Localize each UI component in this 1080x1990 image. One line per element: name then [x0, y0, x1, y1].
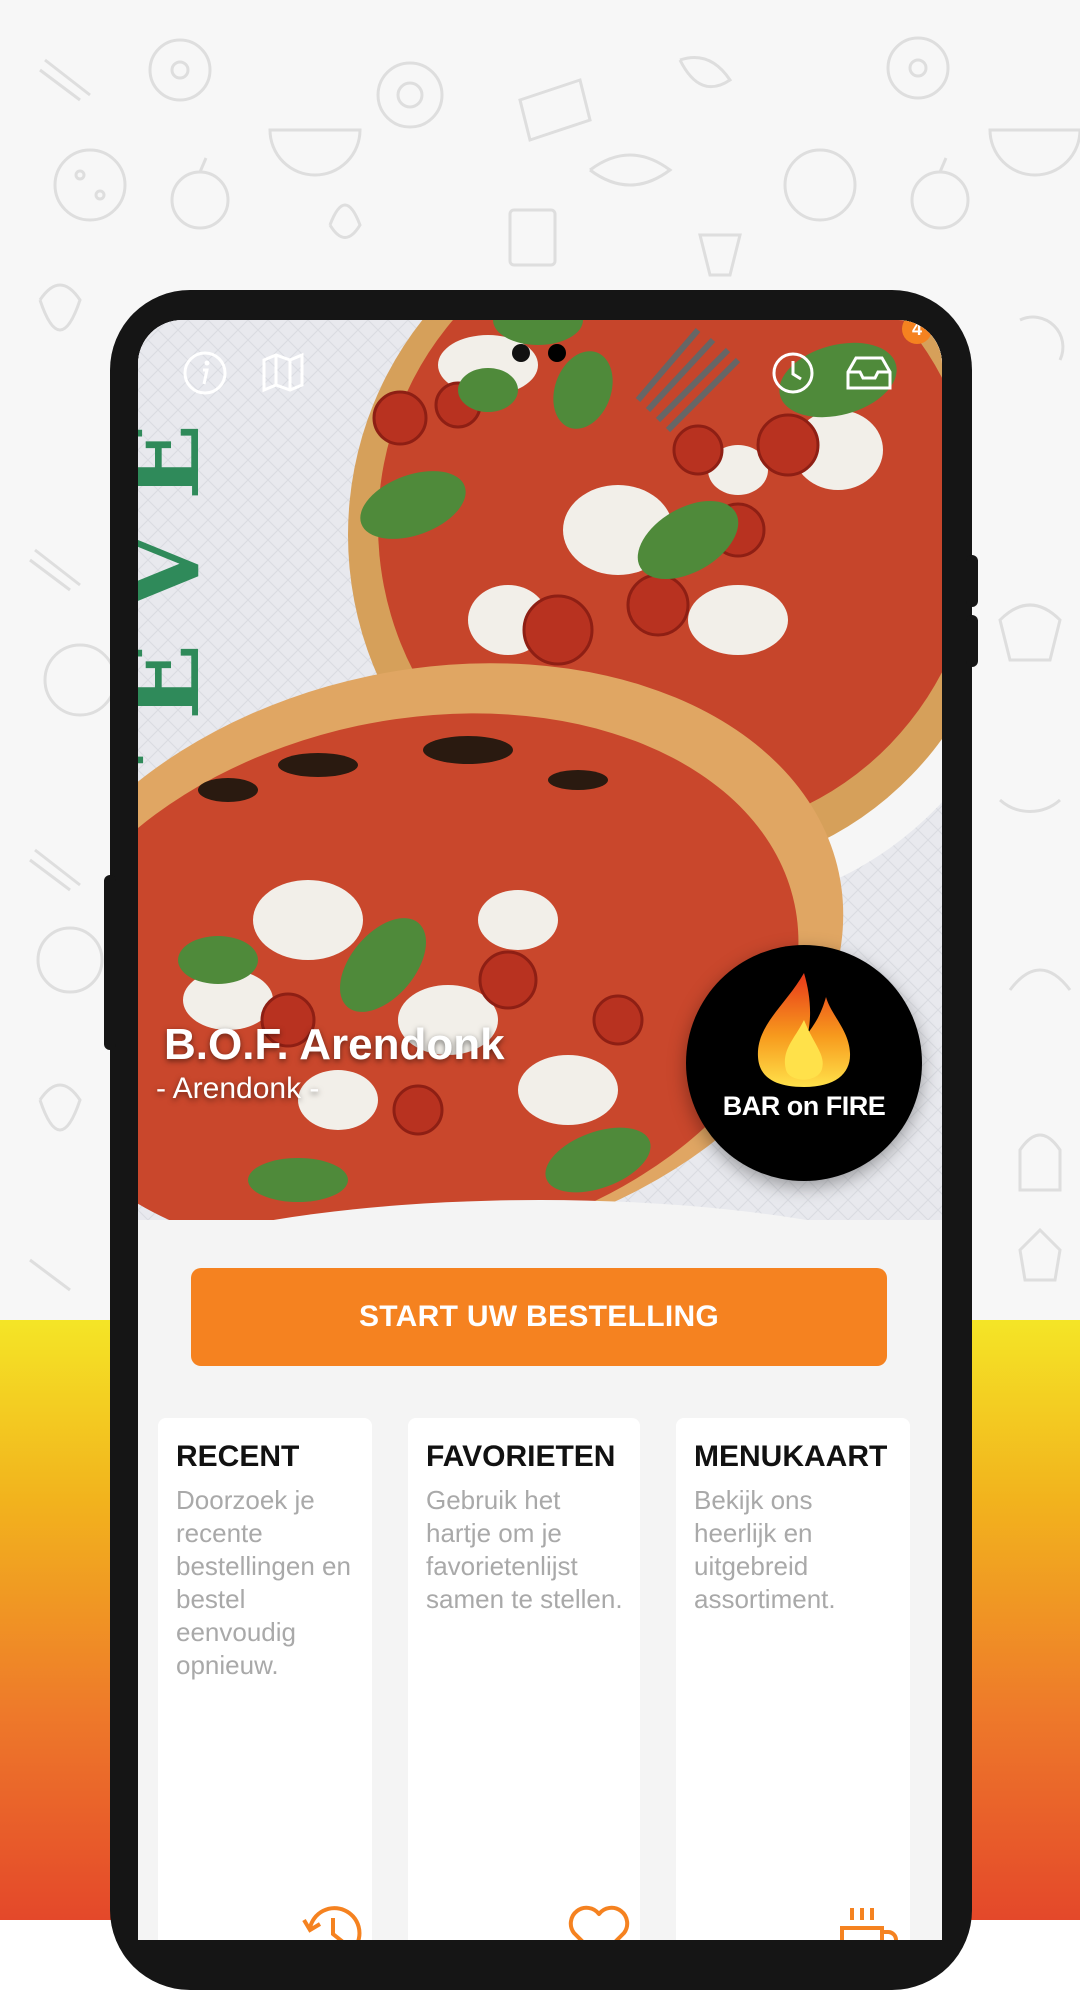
svg-text:E: E [138, 424, 222, 500]
restaurant-logo: BAR on FIRE [686, 945, 922, 1181]
logo-text: BAR on FIRE [722, 1091, 886, 1121]
heart-icon [564, 1898, 634, 1940]
card-title: RECENT [176, 1440, 300, 1473]
camera-dot [548, 344, 566, 362]
restaurant-name: B.O.F. Arendonk [164, 1020, 505, 1069]
card-description: Gebruik het hartje om je favorietenlijst… [426, 1485, 623, 1614]
svg-text:V: V [138, 531, 222, 611]
phone-side-button [104, 875, 116, 1050]
phone-side-button [966, 555, 978, 607]
card-favorites[interactable]: FAVORIETEN Gebruik het hartje om je favo… [408, 1418, 640, 1940]
camera-dot [512, 344, 530, 362]
svg-text:E: E [138, 644, 222, 720]
history-icon[interactable] [768, 348, 818, 398]
inbox-icon[interactable] [844, 348, 894, 398]
app-screen: E V E T T [138, 320, 942, 1940]
card-description: Doorzoek je recente bestellingen en best… [176, 1485, 351, 1680]
coffee-cup-icon [834, 1898, 904, 1940]
flame-icon [757, 973, 851, 1087]
history-icon [296, 1898, 366, 1940]
start-order-button[interactable]: START UW BESTELLING [191, 1268, 887, 1366]
card-description: Bekijk ons heerlijk en uitgebreid assort… [694, 1485, 836, 1614]
card-title: MENUKAART [694, 1440, 888, 1473]
card-menu[interactable]: MENUKAART Bekijk ons heerlijk en uitgebr… [676, 1418, 910, 1940]
phone-side-button [966, 615, 978, 667]
map-icon[interactable] [258, 348, 308, 398]
card-recent[interactable]: RECENT Doorzoek je recente bestellingen … [158, 1418, 372, 1940]
card-title: FAVORIETEN [426, 1440, 616, 1473]
restaurant-city: - Arendonk - [156, 1072, 320, 1105]
info-icon[interactable] [180, 348, 230, 398]
